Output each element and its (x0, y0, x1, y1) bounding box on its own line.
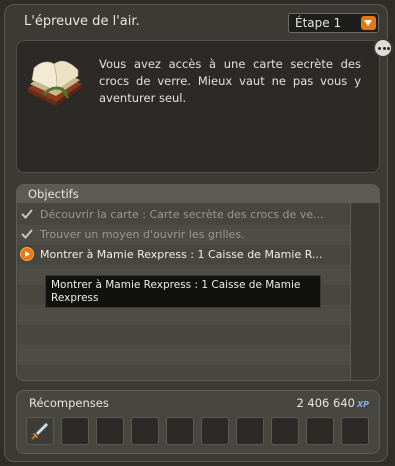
step-dropdown[interactable]: Étape 1 (288, 13, 379, 33)
empty-row (17, 305, 350, 325)
checkmark-icon (21, 229, 33, 239)
reward-slot[interactable] (26, 417, 54, 445)
empty-row (17, 345, 350, 365)
reward-slot[interactable] (341, 417, 369, 445)
objective-tooltip: Montrer à Mamie Rexpress : 1 Caisse de M… (45, 275, 321, 308)
rewards-title: Récompenses (29, 396, 109, 410)
locate-objective-icon[interactable] (20, 247, 34, 261)
objective-row[interactable]: Découvrir la carte : Carte secrète des c… (17, 205, 350, 225)
reward-slot[interactable] (271, 417, 299, 445)
quest-description: Vous avez accès à une carte secrète des … (99, 57, 361, 105)
checkmark-icon (21, 209, 33, 219)
rewards-box: Récompenses 2 406 640 XP (16, 390, 380, 454)
reward-slot[interactable] (306, 417, 334, 445)
objective-text: Trouver un moyen d'ouvrir les grilles. (40, 228, 245, 241)
xp-reward: 2 406 640 XP (296, 396, 369, 410)
objective-text: Montrer à Mamie Rexpress : 1 Caisse de M… (40, 248, 323, 261)
reward-slot[interactable] (96, 417, 124, 445)
more-options-icon[interactable] (373, 38, 393, 58)
reward-slot[interactable] (131, 417, 159, 445)
book-icon (28, 60, 82, 106)
objectives-scrollbar[interactable] (350, 203, 379, 380)
objectives-header: Objectifs (17, 185, 379, 203)
objectives-title: Objectifs (28, 187, 79, 201)
chevron-down-icon[interactable] (361, 16, 376, 30)
reward-slot[interactable] (166, 417, 194, 445)
xp-unit: XP (356, 400, 369, 409)
reward-slot[interactable] (201, 417, 229, 445)
empty-row (17, 325, 350, 345)
step-dropdown-value: Étape 1 (295, 16, 342, 30)
reward-slot[interactable] (61, 417, 89, 445)
sword-icon (31, 422, 49, 440)
reward-slot[interactable] (236, 417, 264, 445)
objective-row[interactable]: Trouver un moyen d'ouvrir les grilles. (17, 225, 350, 245)
objective-text: Découvrir la carte : Carte secrète des c… (40, 208, 324, 221)
xp-value: 2 406 640 (296, 396, 355, 410)
objective-row[interactable]: Montrer à Mamie Rexpress : 1 Caisse de M… (17, 245, 350, 265)
quest-title: L'épreuve de l'air. (24, 14, 140, 29)
